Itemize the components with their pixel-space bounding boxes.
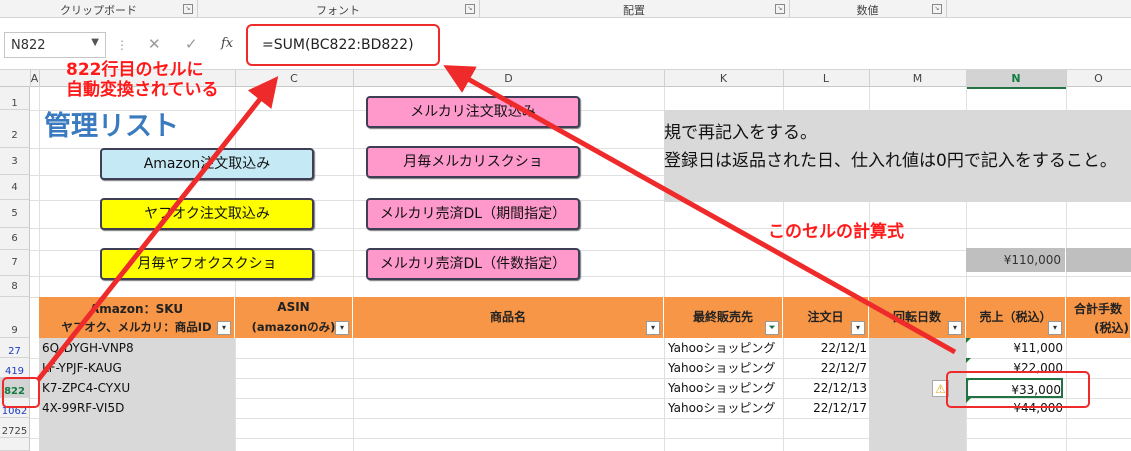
annotation-row-line2: 自動変換されている: [66, 80, 219, 100]
annotation-row-line1: 822行目のセルに: [66, 60, 204, 80]
annotation-formula: このセルの計算式: [768, 222, 904, 242]
